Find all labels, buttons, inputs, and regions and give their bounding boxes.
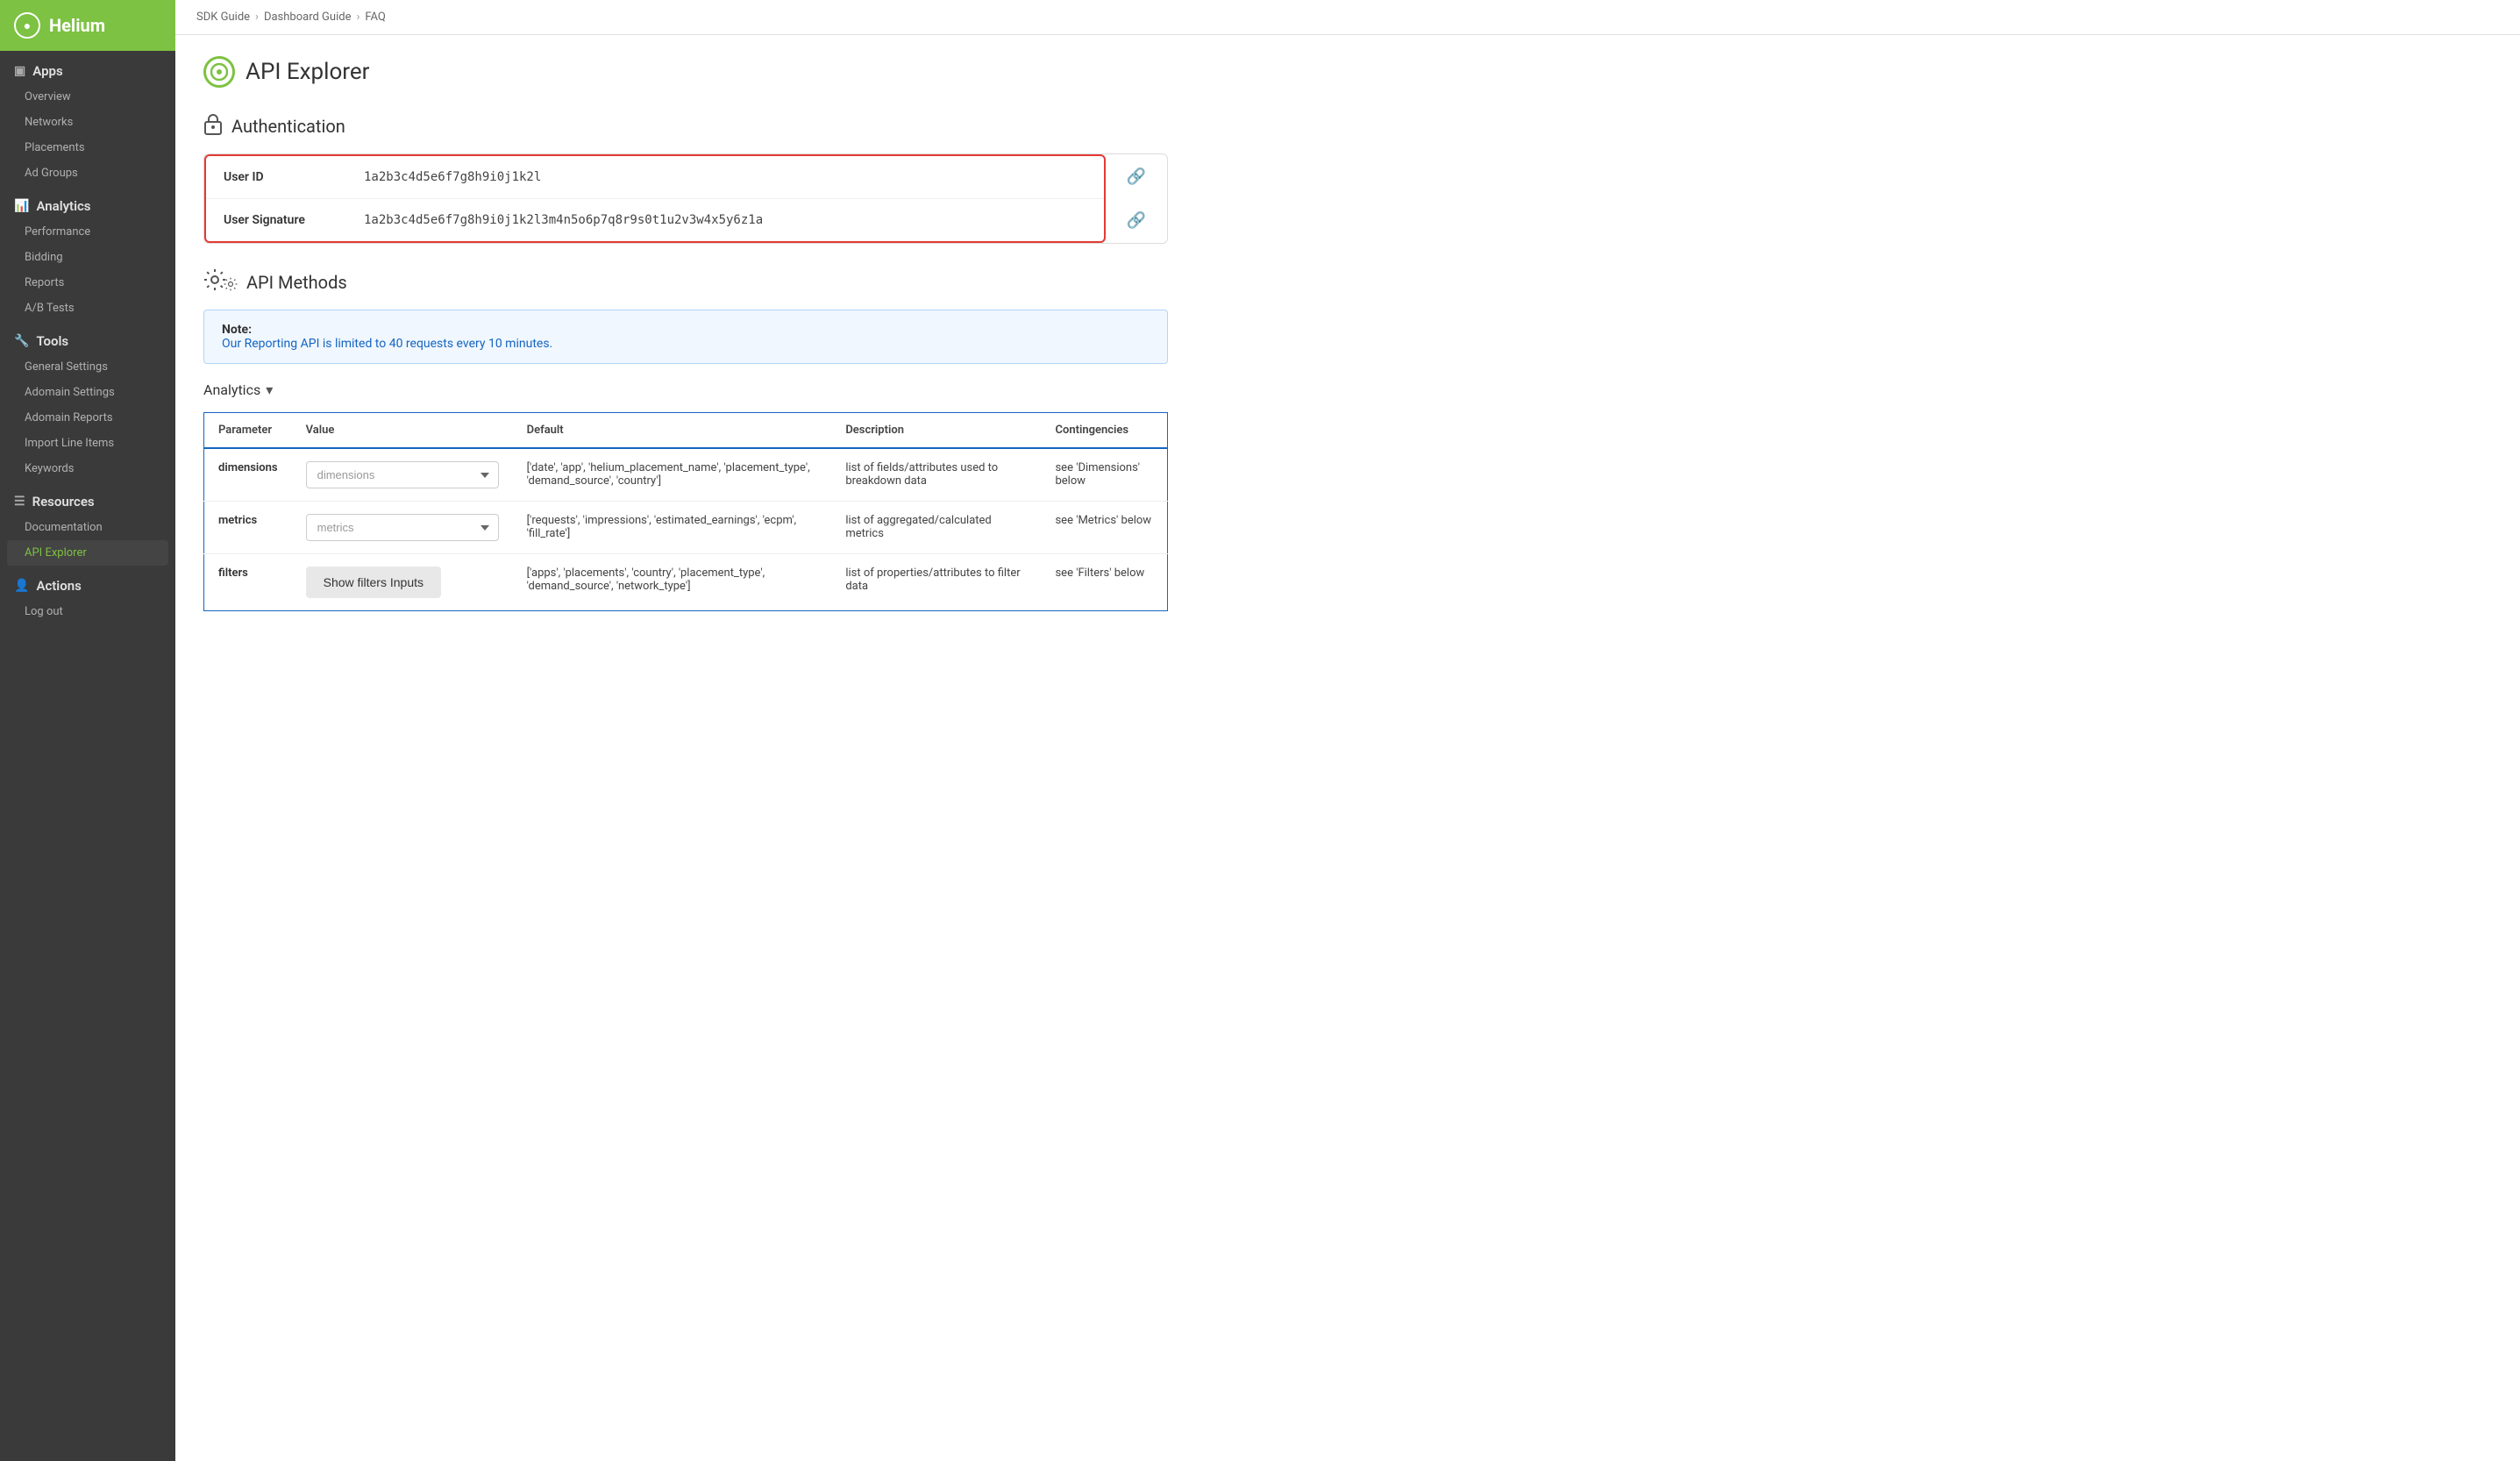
param-dimensions: dimensions [204,448,292,502]
value-metrics: metrics [292,502,513,554]
api-methods-section-title: API Methods [203,268,2492,296]
param-filters: filters [204,554,292,611]
actions-icon: 👤 [14,579,29,593]
breadcrumb-item-3[interactable]: FAQ [365,11,385,24]
auth-row-userid: User ID 1a2b3c4d5e6f7g8h9i0j1k2l [206,156,1104,199]
desc-metrics: list of aggregated/calculated metrics [831,502,1041,554]
auth-link-column: 🔗 🔗 [1106,154,1167,243]
page-title-icon [203,56,235,88]
analytics-icon: 📊 [14,199,29,213]
auth-value-userid: 1a2b3c4d5e6f7g8h9i0j1k2l [364,170,1086,184]
default-filters: ['apps', 'placements', 'country', 'place… [513,554,832,611]
sidebar-section-analytics: 📊 Analytics [0,186,175,219]
sidebar-item-reports[interactable]: Reports [0,270,175,296]
breadcrumb-sep-2: › [356,11,359,24]
col-value: Value [292,413,513,449]
dimensions-select[interactable]: dimensions [306,461,499,488]
gear-icon [203,268,238,296]
sidebar-item-adomain-reports[interactable]: Adomain Reports [0,405,175,431]
app-logo: ● [14,12,40,39]
analytics-dropdown[interactable]: Analytics ▾ [203,381,2492,398]
col-parameter: Parameter [204,413,292,449]
app-name: Helium [49,15,105,36]
sidebar-section-resources-label: Resources [32,494,95,510]
sidebar-item-adomain-settings[interactable]: Adomain Settings [0,380,175,405]
tools-icon: 🔧 [14,334,29,348]
sidebar-section-apps: ▣ Apps [0,51,175,84]
breadcrumb: SDK Guide › Dashboard Guide › FAQ [175,0,2520,35]
table-row: filters Show filters Inputs ['apps', 'pl… [204,554,1168,611]
breadcrumb-sep-1: › [255,11,259,24]
auth-outer-container: User ID 1a2b3c4d5e6f7g8h9i0j1k2l User Si… [203,153,1168,244]
sidebar-item-placements[interactable]: Placements [0,135,175,160]
default-dimensions: ['date', 'app', 'helium_placement_name',… [513,448,832,502]
contingencies-metrics: see 'Metrics' below [1041,502,1167,554]
page-title-row: API Explorer [203,56,2492,88]
sidebar-header: ● Helium [0,0,175,51]
col-contingencies: Contingencies [1041,413,1167,449]
breadcrumb-item-1[interactable]: SDK Guide [196,11,250,24]
auth-section-title: Authentication [203,112,2492,139]
note-box: Note: Our Reporting API is limited to 40… [203,310,1168,364]
auth-title: Authentication [231,116,345,137]
param-metrics: metrics [204,502,292,554]
api-table: Parameter Value Default Description Cont… [203,412,1168,611]
value-filters: Show filters Inputs [292,554,513,611]
desc-dimensions: list of fields/attributes used to breakd… [831,448,1041,502]
auth-label-userid: User ID [224,170,364,184]
sidebar-item-keywords[interactable]: Keywords [0,456,175,481]
sidebar-section-actions: 👤 Actions [0,566,175,599]
auth-value-signature: 1a2b3c4d5e6f7g8h9i0j1k2l3m4n5o6p7q8r9s0t… [364,213,1086,227]
sidebar-section-apps-label: Apps [32,63,62,79]
apps-icon: ▣ [14,64,25,78]
sidebar-item-overview[interactable]: Overview [0,84,175,110]
content-area: API Explorer Authentication User ID 1a2b… [175,35,2520,1461]
lock-icon [203,112,223,139]
table-row: metrics metrics ['requests', 'impression… [204,502,1168,554]
sidebar-item-performance[interactable]: Performance [0,219,175,245]
api-methods-title: API Methods [246,272,347,293]
breadcrumb-item-2[interactable]: Dashboard Guide [264,11,352,24]
sidebar-section-analytics-label: Analytics [36,198,90,214]
col-default: Default [513,413,832,449]
show-filters-button[interactable]: Show filters Inputs [306,567,441,598]
link-icon-userid[interactable]: 🔗 [1127,167,1146,186]
contingencies-filters: see 'Filters' below [1041,554,1167,611]
auth-box: User ID 1a2b3c4d5e6f7g8h9i0j1k2l User Si… [204,154,1106,243]
sidebar-section-tools: 🔧 Tools [0,321,175,354]
main-content: SDK Guide › Dashboard Guide › FAQ API Ex… [175,0,2520,1461]
sidebar-section-actions-label: Actions [36,578,81,594]
metrics-select[interactable]: metrics [306,514,499,541]
sidebar-item-bidding[interactable]: Bidding [0,245,175,270]
sidebar-item-abtests[interactable]: A/B Tests [0,296,175,321]
sidebar-section-resources: ☰ Resources [0,481,175,515]
sidebar-item-general-settings[interactable]: General Settings [0,354,175,380]
sidebar: ● Helium ▣ Apps Overview Networks Placem… [0,0,175,1461]
chevron-down-icon: ▾ [266,381,273,398]
auth-label-signature: User Signature [224,213,364,227]
sidebar-item-adgroups[interactable]: Ad Groups [0,160,175,186]
note-text: Our Reporting API is limited to 40 reque… [222,337,552,351]
sidebar-section-tools-label: Tools [36,333,68,349]
sidebar-item-logout[interactable]: Log out [0,599,175,624]
table-row: dimensions dimensions ['date', 'app', 'h… [204,448,1168,502]
default-metrics: ['requests', 'impressions', 'estimated_e… [513,502,832,554]
auth-row-signature: User Signature 1a2b3c4d5e6f7g8h9i0j1k2l3… [206,199,1104,241]
sidebar-item-documentation[interactable]: Documentation [0,515,175,540]
analytics-label: Analytics [203,381,260,398]
sidebar-item-networks[interactable]: Networks [0,110,175,135]
link-icon-signature[interactable]: 🔗 [1127,211,1146,230]
resources-icon: ☰ [14,495,25,509]
note-label: Note: [222,323,252,337]
sidebar-item-api-explorer[interactable]: API Explorer [7,540,168,566]
col-description: Description [831,413,1041,449]
page-title: API Explorer [246,59,369,85]
sidebar-item-import-line-items[interactable]: Import Line Items [0,431,175,456]
contingencies-dimensions: see 'Dimensions' below [1041,448,1167,502]
value-dimensions: dimensions [292,448,513,502]
desc-filters: list of properties/attributes to filter … [831,554,1041,611]
